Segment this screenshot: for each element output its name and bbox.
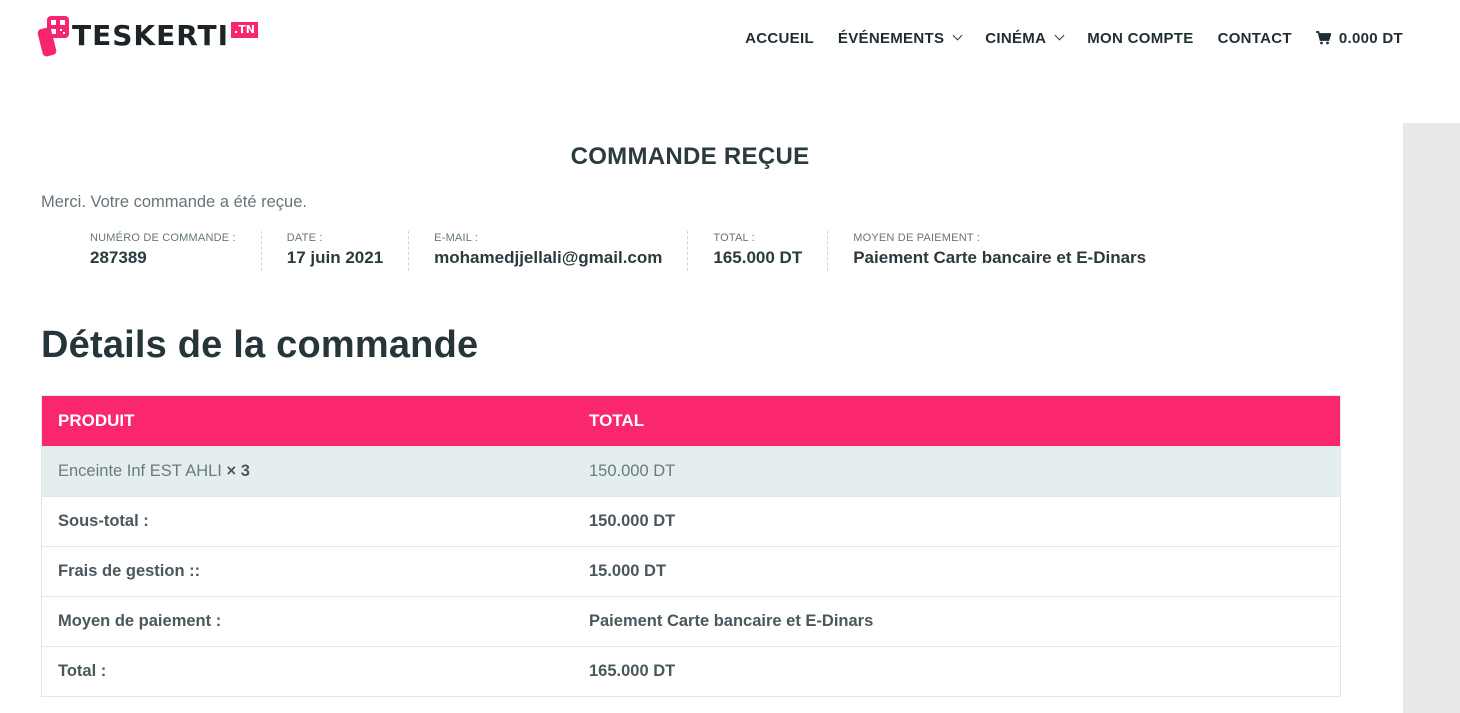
nav-item-cinema[interactable]: CINÉMA [985,29,1065,47]
order-details-table: PRODUIT TOTAL Enceinte Inf EST AHLI × 3 … [41,395,1341,697]
table-row: Moyen de paiement : Paiement Carte banca… [42,596,1340,646]
site-header: TESKERTI .TN ACCUEIL ÉVÉNEMENTS CINÉMA M… [0,0,1460,75]
order-date-label: DATE : [286,232,323,244]
total-label: Total : [58,662,107,680]
product-cell: Enceinte Inf EST AHLI × 3 [42,462,573,481]
cart-total: 0.000 DT [1338,29,1403,47]
order-email-label: E-MAIL : [434,232,479,244]
subtotal-value: 150.000 DT [589,512,676,530]
column-header-product: PRODUIT [58,411,135,430]
thank-you-message: Merci. Votre commande a été reçue. [41,193,307,211]
cart-icon [1315,31,1331,45]
nav-item-label: ÉVÉNEMENTS [837,29,945,47]
payment-method-row-label: Moyen de paiement : [58,612,222,630]
order-total-label: TOTAL : [713,232,755,244]
total-value: 165.000 DT [589,662,676,680]
nav-item-contact[interactable]: CONTACT [1218,30,1292,47]
sidebar-panel [1403,123,1460,713]
chevron-down-icon [1054,30,1065,41]
subtotal-label: Sous-total : [58,512,149,530]
nav-item-label: ACCUEIL [745,29,814,47]
order-payment-method: MOYEN DE PAIEMENT : Paiement Carte banca… [828,231,1171,271]
logo-text: TESKERTI [72,19,230,52]
nav-cart[interactable]: 0.000 DT [1315,29,1403,47]
order-email: E-MAIL : mohamedjjellali@gmail.com [409,231,689,271]
order-details-heading: Détails de la commande [41,324,479,366]
order-number-value: 287389 [90,248,147,267]
order-email-value: mohamedjjellali@gmail.com [434,248,663,267]
nav-item-label: CONTACT [1217,29,1292,47]
order-date: DATE : 17 juin 2021 [262,231,410,271]
order-total: TOTAL : 165.000 DT [688,231,829,271]
nav-item-mon-compte[interactable]: MON COMPTE [1087,30,1193,47]
product-quantity: × 3 [226,462,250,480]
order-overview: NUMÉRO DE COMMANDE : 287389 DATE : 17 ju… [65,231,1171,271]
order-number: NUMÉRO DE COMMANDE : 287389 [65,231,262,271]
product-name[interactable]: Enceinte Inf EST AHLI [58,462,222,480]
page-title: COMMANDE REÇUE [570,143,810,170]
table-row: Sous-total : 150.000 DT [42,496,1340,546]
nav-item-label: MON COMPTE [1087,29,1194,47]
payment-method-label: MOYEN DE PAIEMENT : [853,232,981,244]
site-logo[interactable]: TESKERTI .TN [36,14,258,58]
fees-label: Frais de gestion :: [58,562,201,580]
nav-item-label: CINÉMA [985,29,1047,47]
payment-method-row-value: Paiement Carte bancaire et E-Dinars [589,612,874,630]
nav-item-accueil[interactable]: ACCUEIL [745,30,814,47]
payment-method-value: Paiement Carte bancaire et E-Dinars [853,248,1147,267]
table-row: Total : 165.000 DT [42,646,1340,696]
main-nav: ACCUEIL ÉVÉNEMENTS CINÉMA MON COMPTE CON… [745,24,1403,52]
table-row: Enceinte Inf EST AHLI × 3 150.000 DT [42,446,1340,496]
order-date-value: 17 juin 2021 [286,248,384,267]
logo-tld: .TN [231,22,258,38]
order-number-label: NUMÉRO DE COMMANDE : [90,232,236,244]
nav-item-evenements[interactable]: ÉVÉNEMENTS [837,29,963,47]
column-header-total: TOTAL [589,411,645,430]
fees-value: 15.000 DT [589,562,667,580]
product-total: 150.000 DT [589,462,676,480]
chevron-down-icon [952,30,963,41]
table-header-row: PRODUIT TOTAL [42,396,1340,446]
table-row: Frais de gestion :: 15.000 DT [42,546,1340,596]
order-total-value: 165.000 DT [713,248,803,267]
logo-icon [36,14,70,58]
